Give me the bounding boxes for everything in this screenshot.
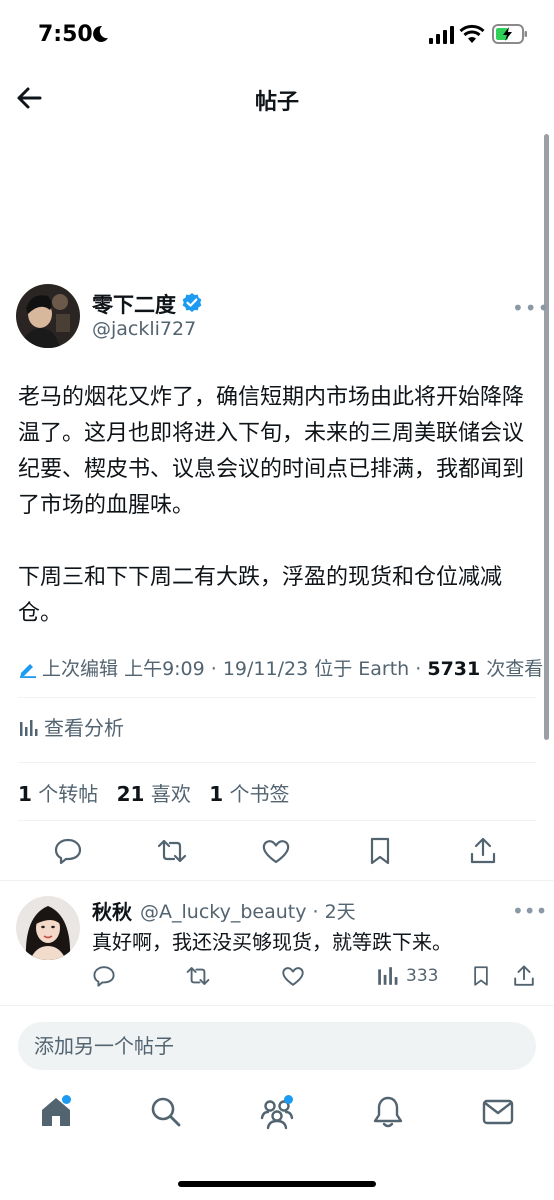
reply-author-name[interactable]: 秋秋 bbox=[92, 896, 132, 925]
status-bar: 7:50 bbox=[0, 0, 554, 72]
divider bbox=[18, 697, 536, 698]
divider bbox=[0, 880, 554, 881]
home-notification-dot bbox=[62, 1095, 71, 1104]
reposts-count: 1 bbox=[18, 782, 32, 806]
post-timestamp: 上午9:09 · 19/11/23 bbox=[124, 658, 309, 680]
page-title: 帖子 bbox=[254, 90, 299, 115]
bookmark-icon[interactable] bbox=[365, 836, 395, 866]
verified-badge-icon bbox=[182, 293, 202, 312]
notifications-tab-icon[interactable] bbox=[370, 1094, 406, 1130]
reposts-label: 个转帖 bbox=[38, 782, 99, 806]
status-time: 7:50 bbox=[38, 22, 93, 47]
likes-stat[interactable]: 21 喜欢 bbox=[117, 782, 191, 806]
signal-icon bbox=[429, 26, 454, 44]
reposts-stat[interactable]: 1 个转帖 bbox=[18, 782, 98, 806]
scrollbar[interactable] bbox=[544, 134, 549, 740]
reply-repost-icon[interactable] bbox=[186, 964, 210, 988]
reply-text: 真好啊，我还没买够现货，就等跌下来。 bbox=[92, 930, 452, 954]
author-name[interactable]: 零下二度 bbox=[92, 289, 176, 319]
post-location: 位于 Earth bbox=[314, 658, 410, 680]
top-bar: 帖子 bbox=[0, 72, 554, 124]
author-handle[interactable]: @jackli727 bbox=[92, 318, 196, 340]
reply-views-count: 333 bbox=[406, 966, 439, 986]
views-label: 次查看 bbox=[486, 658, 544, 680]
author-avatar[interactable] bbox=[16, 284, 80, 348]
messages-tab-icon[interactable] bbox=[480, 1094, 516, 1130]
last-edited-link[interactable]: 上次编辑 bbox=[42, 658, 118, 680]
analytics-icon bbox=[20, 720, 38, 736]
post-paragraph: 下周三和下下周二有大跌，浮盈的现货和仓位减减仓。 bbox=[18, 565, 503, 626]
reply-reply-icon[interactable] bbox=[92, 964, 116, 988]
reply-author-meta: @A_lucky_beauty · 2天 bbox=[140, 901, 356, 923]
pencil-icon bbox=[20, 664, 36, 678]
post-paragraph: 老马的烟花又炸了，确信短期内市场由此将开始降降温了。这月也即将进入下旬，未来的三… bbox=[18, 385, 525, 518]
battery-charging-icon bbox=[492, 24, 527, 44]
view-analytics-button[interactable]: 查看分析 bbox=[18, 712, 124, 741]
engagement-stats: 1 个转帖 21 喜欢 1 个书签 bbox=[18, 778, 301, 807]
compose-input[interactable]: 添加另一个帖子 bbox=[18, 1022, 536, 1070]
analytics-label: 查看分析 bbox=[44, 716, 124, 740]
bookmarks-stat[interactable]: 1 个书签 bbox=[209, 782, 289, 806]
reply-bookmark-icon[interactable] bbox=[470, 964, 492, 988]
likes-label: 喜欢 bbox=[150, 782, 191, 806]
share-icon[interactable] bbox=[468, 836, 498, 866]
like-icon[interactable] bbox=[261, 836, 291, 866]
reply-icon[interactable] bbox=[53, 836, 83, 866]
bookmarks-count: 1 bbox=[209, 782, 224, 806]
divider bbox=[18, 762, 536, 763]
reply-time: 2天 bbox=[324, 901, 356, 923]
search-tab-icon[interactable] bbox=[148, 1094, 184, 1130]
home-indicator bbox=[178, 1181, 376, 1187]
post-action-bar bbox=[0, 836, 554, 868]
post-text: 老马的烟花又炸了，确信短期内市场由此将开始降降温了。这月也即将进入下旬，未来的三… bbox=[18, 380, 530, 668]
reply-more-options-icon[interactable]: ••• bbox=[512, 899, 547, 923]
post-meta: 上次编辑 上午9:09 · 19/11/23 位于 Earth · 5731 次… bbox=[18, 654, 543, 681]
likes-count: 21 bbox=[116, 782, 145, 806]
views-count: 5731 bbox=[427, 658, 481, 680]
reply-avatar[interactable] bbox=[16, 896, 80, 960]
divider bbox=[18, 820, 536, 821]
bottom-tab-bar bbox=[0, 1094, 554, 1144]
more-options-icon[interactable]: ••• bbox=[512, 296, 550, 320]
reply-author-handle[interactable]: @A_lucky_beauty bbox=[140, 901, 306, 923]
reply-share-icon[interactable] bbox=[512, 964, 536, 988]
moon-icon bbox=[93, 25, 108, 42]
divider bbox=[0, 1005, 554, 1006]
repost-icon[interactable] bbox=[157, 836, 187, 866]
reply-action-bar: 333 bbox=[0, 964, 554, 990]
wifi-icon bbox=[459, 24, 485, 43]
communities-notification-dot bbox=[284, 1095, 293, 1104]
reply-like-icon[interactable] bbox=[281, 964, 305, 988]
reply-views-icon[interactable] bbox=[376, 964, 398, 988]
bookmarks-label: 个书签 bbox=[229, 782, 290, 806]
